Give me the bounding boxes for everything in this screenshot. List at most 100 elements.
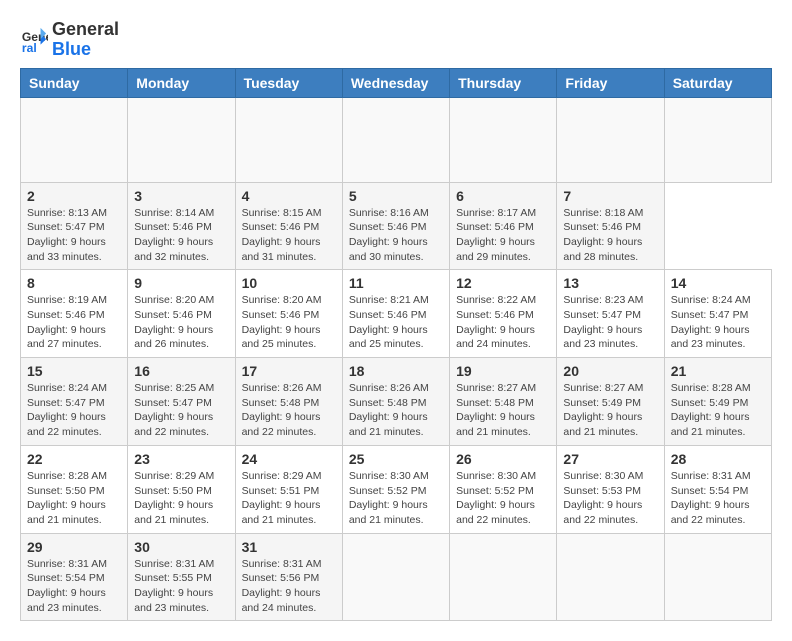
calendar-cell	[664, 97, 771, 182]
cell-info: Sunrise: 8:21 AMSunset: 5:46 PMDaylight:…	[349, 293, 443, 352]
day-number: 25	[349, 451, 443, 467]
calendar-cell: 21Sunrise: 8:28 AMSunset: 5:49 PMDayligh…	[664, 358, 771, 446]
calendar-week-row	[21, 97, 772, 182]
calendar-cell: 22 Sunrise: 8:28 AMSunset: 5:50 PMDayligh…	[21, 445, 128, 533]
day-number: 22	[27, 451, 121, 467]
logo: Gene ral General Blue	[20, 20, 119, 60]
cell-info: Sunrise: 8:18 AMSunset: 5:46 PMDaylight:…	[563, 206, 657, 265]
calendar-week-row: 2 Sunrise: 8:13 AMSunset: 5:47 PMDaylight…	[21, 182, 772, 270]
calendar-cell	[557, 97, 664, 182]
day-number: 10	[242, 275, 336, 291]
weekday-header-cell: Thursday	[450, 68, 557, 97]
calendar-body: 2 Sunrise: 8:13 AMSunset: 5:47 PMDaylight…	[21, 97, 772, 621]
logo-text: General Blue	[52, 20, 119, 60]
day-number: 18	[349, 363, 443, 379]
day-number: 2	[27, 188, 121, 204]
calendar-cell: 30Sunrise: 8:31 AMSunset: 5:55 PMDayligh…	[128, 533, 235, 621]
calendar-cell: 28 Sunrise: 8:31 AMSunset: 5:54 PMDayligh…	[664, 445, 771, 533]
calendar-cell	[342, 97, 449, 182]
calendar-cell	[21, 97, 128, 182]
cell-info: Sunrise: 8:15 AMSunset: 5:46 PMDaylight:…	[242, 206, 336, 265]
day-number: 6	[456, 188, 550, 204]
weekday-header-cell: Tuesday	[235, 68, 342, 97]
calendar-cell: 12Sunrise: 8:22 AMSunset: 5:46 PMDayligh…	[450, 270, 557, 358]
cell-info: Sunrise: 8:31 AMSunset: 5:56 PMDaylight:…	[242, 557, 336, 616]
cell-info: Sunrise: 8:16 AMSunset: 5:46 PMDaylight:…	[349, 206, 443, 265]
cell-info: Sunrise: 8:20 AMSunset: 5:46 PMDaylight:…	[134, 293, 228, 352]
calendar-cell: 29 Sunrise: 8:31 AMSunset: 5:54 PMDayligh…	[21, 533, 128, 621]
weekday-header-cell: Sunday	[21, 68, 128, 97]
cell-info: Sunrise: 8:29 AMSunset: 5:51 PMDaylight:…	[242, 469, 336, 528]
calendar-cell	[557, 533, 664, 621]
day-number: 31	[242, 539, 336, 555]
day-number: 14	[671, 275, 765, 291]
calendar-cell	[128, 97, 235, 182]
calendar-cell: 19 Sunrise: 8:27 AMSunset: 5:48 PMDayligh…	[450, 358, 557, 446]
calendar-cell	[664, 533, 771, 621]
cell-info: Sunrise: 8:13 AMSunset: 5:47 PMDaylight:…	[27, 206, 121, 265]
cell-info: Sunrise: 8:27 AMSunset: 5:49 PMDaylight:…	[563, 381, 657, 440]
calendar-cell: 11 Sunrise: 8:21 AMSunset: 5:46 PMDayligh…	[342, 270, 449, 358]
calendar-cell: 14 Sunrise: 8:24 AMSunset: 5:47 PMDayligh…	[664, 270, 771, 358]
day-number: 8	[27, 275, 121, 291]
cell-info: Sunrise: 8:26 AMSunset: 5:48 PMDaylight:…	[242, 381, 336, 440]
calendar-week-row: 8 Sunrise: 8:19 AMSunset: 5:46 PMDaylight…	[21, 270, 772, 358]
calendar-cell: 26 Sunrise: 8:30 AMSunset: 5:52 PMDayligh…	[450, 445, 557, 533]
calendar-cell: 17 Sunrise: 8:26 AMSunset: 5:48 PMDayligh…	[235, 358, 342, 446]
page-header: Gene ral General Blue	[20, 20, 772, 60]
calendar-week-row: 22 Sunrise: 8:28 AMSunset: 5:50 PMDayligh…	[21, 445, 772, 533]
day-number: 21	[671, 363, 765, 379]
cell-info: Sunrise: 8:20 AMSunset: 5:46 PMDaylight:…	[242, 293, 336, 352]
day-number: 23	[134, 451, 228, 467]
calendar-cell: 24Sunrise: 8:29 AMSunset: 5:51 PMDayligh…	[235, 445, 342, 533]
calendar-cell: 6Sunrise: 8:17 AMSunset: 5:46 PMDaylight…	[450, 182, 557, 270]
calendar-cell: 2 Sunrise: 8:13 AMSunset: 5:47 PMDaylight…	[21, 182, 128, 270]
cell-info: Sunrise: 8:24 AMSunset: 5:47 PMDaylight:…	[671, 293, 765, 352]
calendar-cell: 27 Sunrise: 8:30 AMSunset: 5:53 PMDayligh…	[557, 445, 664, 533]
day-number: 13	[563, 275, 657, 291]
svg-text:ral: ral	[22, 41, 37, 54]
cell-info: Sunrise: 8:29 AMSunset: 5:50 PMDaylight:…	[134, 469, 228, 528]
cell-info: Sunrise: 8:27 AMSunset: 5:48 PMDaylight:…	[456, 381, 550, 440]
calendar-table: SundayMondayTuesdayWednesdayThursdayFrid…	[20, 68, 772, 622]
day-number: 29	[27, 539, 121, 555]
day-number: 12	[456, 275, 550, 291]
cell-info: Sunrise: 8:31 AMSunset: 5:54 PMDaylight:…	[671, 469, 765, 528]
day-number: 27	[563, 451, 657, 467]
weekday-header-cell: Wednesday	[342, 68, 449, 97]
calendar-cell: 7 Sunrise: 8:18 AMSunset: 5:46 PMDaylight…	[557, 182, 664, 270]
calendar-cell	[450, 533, 557, 621]
cell-info: Sunrise: 8:31 AMSunset: 5:54 PMDaylight:…	[27, 557, 121, 616]
day-number: 17	[242, 363, 336, 379]
calendar-cell: 25 Sunrise: 8:30 AMSunset: 5:52 PMDayligh…	[342, 445, 449, 533]
cell-info: Sunrise: 8:25 AMSunset: 5:47 PMDaylight:…	[134, 381, 228, 440]
calendar-cell: 4 Sunrise: 8:15 AMSunset: 5:46 PMDaylight…	[235, 182, 342, 270]
cell-info: Sunrise: 8:23 AMSunset: 5:47 PMDaylight:…	[563, 293, 657, 352]
calendar-cell	[235, 97, 342, 182]
cell-info: Sunrise: 8:26 AMSunset: 5:48 PMDaylight:…	[349, 381, 443, 440]
cell-info: Sunrise: 8:30 AMSunset: 5:52 PMDaylight:…	[456, 469, 550, 528]
calendar-cell: 10 Sunrise: 8:20 AMSunset: 5:46 PMDayligh…	[235, 270, 342, 358]
calendar-cell: 16 Sunrise: 8:25 AMSunset: 5:47 PMDayligh…	[128, 358, 235, 446]
cell-info: Sunrise: 8:30 AMSunset: 5:52 PMDaylight:…	[349, 469, 443, 528]
cell-info: Sunrise: 8:19 AMSunset: 5:46 PMDaylight:…	[27, 293, 121, 352]
day-number: 4	[242, 188, 336, 204]
calendar-cell	[342, 533, 449, 621]
day-number: 16	[134, 363, 228, 379]
calendar-week-row: 15Sunrise: 8:24 AMSunset: 5:47 PMDayligh…	[21, 358, 772, 446]
cell-info: Sunrise: 8:30 AMSunset: 5:53 PMDaylight:…	[563, 469, 657, 528]
calendar-cell: 20Sunrise: 8:27 AMSunset: 5:49 PMDayligh…	[557, 358, 664, 446]
cell-info: Sunrise: 8:24 AMSunset: 5:47 PMDaylight:…	[27, 381, 121, 440]
day-number: 26	[456, 451, 550, 467]
calendar-cell: 3Sunrise: 8:14 AMSunset: 5:46 PMDaylight…	[128, 182, 235, 270]
day-number: 11	[349, 275, 443, 291]
cell-info: Sunrise: 8:28 AMSunset: 5:50 PMDaylight:…	[27, 469, 121, 528]
day-number: 7	[563, 188, 657, 204]
day-number: 19	[456, 363, 550, 379]
day-number: 30	[134, 539, 228, 555]
calendar-cell	[450, 97, 557, 182]
day-number: 5	[349, 188, 443, 204]
calendar-cell: 13 Sunrise: 8:23 AMSunset: 5:47 PMDayligh…	[557, 270, 664, 358]
calendar-cell: 9Sunrise: 8:20 AMSunset: 5:46 PMDaylight…	[128, 270, 235, 358]
day-number: 28	[671, 451, 765, 467]
